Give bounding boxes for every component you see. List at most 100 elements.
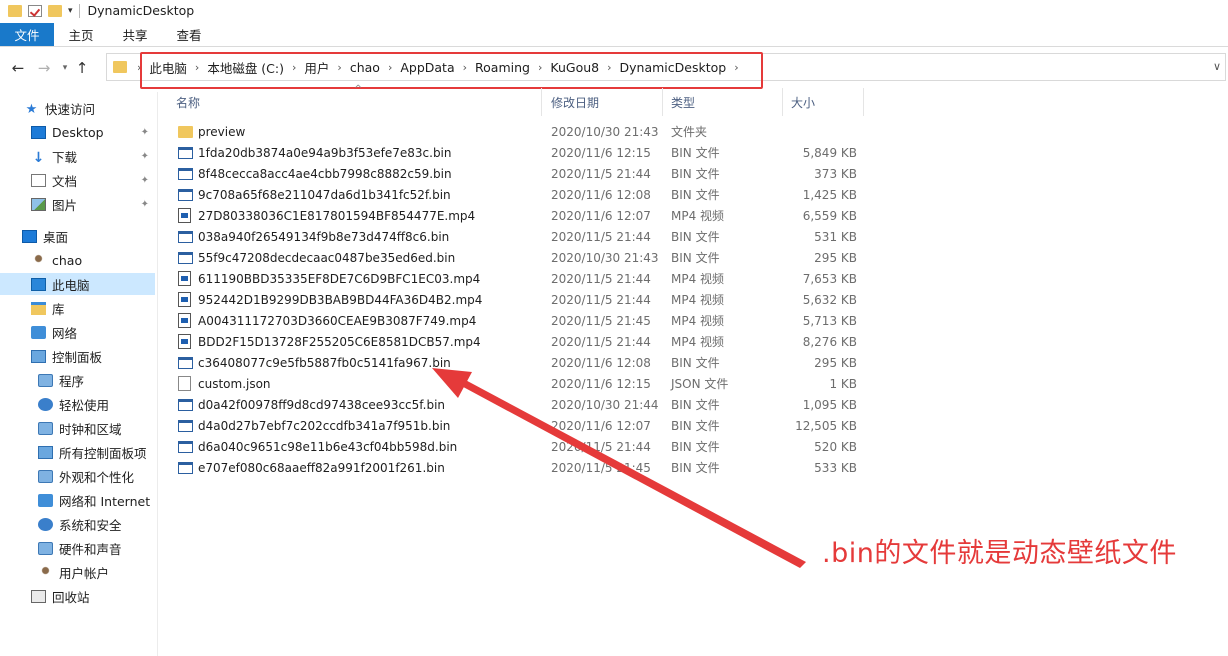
file-type: MP4 视频 <box>671 209 725 223</box>
desktop-icon <box>22 229 37 243</box>
file-type: BIN 文件 <box>671 356 720 370</box>
tab-file[interactable]: 文件 <box>0 23 54 46</box>
file-row[interactable]: 952442D1B9299DB3BAB9BD44FA36D4B2.mp4 2020… <box>168 289 868 310</box>
sidebar-item-downloads[interactable]: ↓ 下载 ✦ <box>31 145 155 167</box>
sidebar-item-label: 快速访问 <box>45 101 96 117</box>
chevron-right-icon[interactable]: › <box>292 61 296 74</box>
shield-icon <box>38 517 53 531</box>
file-name: custom.json <box>198 376 271 391</box>
quick-access-toolbar-dropdown-icon[interactable]: ▾ <box>68 6 73 16</box>
tab-share[interactable]: 共享 <box>108 23 162 46</box>
file-row[interactable]: e707ef080c68aaeff82a991f2001f261.bin 2020… <box>168 457 868 478</box>
back-arrow-icon[interactable]: ← <box>8 58 28 78</box>
breadcrumb-dynamicdesktop[interactable]: DynamicDesktop <box>620 60 727 75</box>
new-folder-icon[interactable] <box>48 4 62 17</box>
file-size: 520 KB <box>814 439 857 454</box>
sidebar-item-ease-of-access[interactable]: 轻松使用 <box>38 393 109 415</box>
control-panel-items-icon <box>38 445 53 459</box>
sidebar-item-user-chao[interactable]: chao <box>31 249 82 271</box>
sidebar-item-documents[interactable]: 文档 ✦ <box>31 169 155 191</box>
file-type: MP4 视频 <box>671 314 725 328</box>
sidebar-item-user-accounts[interactable]: 用户帐户 <box>38 561 109 583</box>
file-type: BIN 文件 <box>671 461 720 475</box>
printer-icon <box>38 541 53 555</box>
tab-view[interactable]: 查看 <box>162 23 216 46</box>
recent-locations-chevron-icon[interactable]: ▾ <box>58 63 72 73</box>
sidebar-item-appearance[interactable]: 外观和个性化 <box>38 465 134 487</box>
chevron-right-icon[interactable]: › <box>195 61 199 74</box>
file-row[interactable]: custom.json 2020/11/6 12:15 JSON 文件 1 KB <box>168 373 868 394</box>
sidebar-item-hardware-sound[interactable]: 硬件和声音 <box>38 537 122 559</box>
sidebar-item-desktop-pinned[interactable]: Desktop ✦ <box>31 121 155 143</box>
sidebar-item-pictures[interactable]: 图片 ✦ <box>31 193 155 215</box>
chevron-right-icon[interactable]: › <box>337 61 341 74</box>
column-header-size[interactable]: 大小 <box>783 88 864 116</box>
file-row[interactable]: A004311172703D3660CEAE9B3087F749.mp4 2020… <box>168 310 868 331</box>
network-icon <box>31 325 46 339</box>
breadcrumb-users[interactable]: 用户 <box>304 58 329 77</box>
sidebar-item-programs[interactable]: 程序 <box>38 369 84 391</box>
file-row[interactable]: d6a040c9651c98e11b6e43cf04bb598d.bin 2020… <box>168 436 868 457</box>
chevron-right-icon[interactable]: › <box>607 61 611 74</box>
sidebar-item-network-internet[interactable]: 网络和 Internet <box>38 489 150 511</box>
chevron-right-icon[interactable]: › <box>734 61 738 74</box>
sidebar-item-recycle-bin[interactable]: 回收站 <box>31 585 90 607</box>
file-row[interactable]: 27D80338036C1E817801594BF854477E.mp4 2020… <box>168 205 868 226</box>
file-name: d6a040c9651c98e11b6e43cf04bb598d.bin <box>198 439 458 454</box>
breadcrumb-local-disk[interactable]: 本地磁盘 (C:) <box>207 58 284 77</box>
file-row[interactable]: 8f48cecca8acc4ae4cbb7998c8882c59.bin 2020… <box>168 163 868 184</box>
breadcrumb-this-pc[interactable]: 此电脑 <box>149 58 187 77</box>
file-row[interactable]: c36408077c9e5fb5887fb0c5141fa967.bin 2020… <box>168 352 868 373</box>
column-header-type[interactable]: 类型 <box>663 88 783 116</box>
up-arrow-icon[interactable]: ↑ <box>72 58 92 78</box>
file-row[interactable]: d0a42f00978ff9d8cd97438cee93cc5f.bin 2020… <box>168 394 868 415</box>
sidebar-item-clock-region[interactable]: 时钟和区域 <box>38 417 122 439</box>
file-type: 文件夹 <box>671 125 708 139</box>
navigation-pane: ★ 快速访问 Desktop ✦ ↓ 下载 ✦ 文档 ✦ 图片 ✦ 桌面 cha… <box>0 92 158 656</box>
sidebar-item-all-control-panel-items[interactable]: 所有控制面板项 <box>38 441 147 463</box>
video-file-icon <box>178 208 191 223</box>
file-row[interactable]: 038a940f26549134f9b8e73d474ff8c6.bin 2020… <box>168 226 868 247</box>
column-header-date[interactable]: 修改日期 <box>543 88 663 116</box>
sidebar-item-label: 轻松使用 <box>59 397 110 413</box>
sidebar-item-network[interactable]: 网络 <box>31 321 77 343</box>
file-row[interactable]: BDD2F15D13728F255205C6E8581DCB57.mp4 2020… <box>168 331 868 352</box>
sidebar-item-quick-access[interactable]: ★ 快速访问 <box>24 97 95 119</box>
file-date: 2020/10/30 21:43 <box>551 250 659 265</box>
breadcrumb-chao[interactable]: chao <box>350 60 380 75</box>
network-internet-icon <box>38 493 53 507</box>
sidebar-item-control-panel[interactable]: 控制面板 <box>31 345 102 367</box>
sidebar-item-this-pc[interactable]: 此电脑 <box>0 273 155 295</box>
chevron-right-icon[interactable]: › <box>388 61 392 74</box>
file-row[interactable]: 55f9c47208decdecaac0487be35ed6ed.bin 2020… <box>168 247 868 268</box>
breadcrumb-kugou8[interactable]: KuGou8 <box>550 60 599 75</box>
breadcrumb-roaming[interactable]: Roaming <box>475 60 530 75</box>
chevron-right-icon[interactable]: › <box>538 61 542 74</box>
file-row[interactable]: d4a0d27b7ebf7c202ccdfb341a7f951b.bin 2020… <box>168 415 868 436</box>
forward-arrow-icon[interactable]: → <box>34 58 54 78</box>
properties-icon[interactable] <box>28 4 42 17</box>
file-type: BIN 文件 <box>671 419 720 433</box>
file-name-cell: custom.json <box>178 373 538 394</box>
sidebar-item-system-security[interactable]: 系统和安全 <box>38 513 122 535</box>
tab-home[interactable]: 主页 <box>54 23 108 46</box>
address-bar[interactable]: › 此电脑 › 本地磁盘 (C:) › 用户 › chao › AppData … <box>106 53 1226 81</box>
chevron-right-icon[interactable]: › <box>137 61 141 74</box>
file-row[interactable]: 1fda20db3874a0e94a9b3f53efe7e83c.bin 2020… <box>168 142 868 163</box>
sidebar-item-label: 文档 <box>52 173 78 189</box>
file-name-cell: 1fda20db3874a0e94a9b3f53efe7e83c.bin <box>178 142 538 163</box>
address-history-dropdown-icon[interactable]: ∨ <box>1213 60 1221 73</box>
sidebar-item-label: 桌面 <box>43 229 69 245</box>
sidebar-item-libraries[interactable]: 库 <box>31 297 65 319</box>
file-row[interactable]: 9c708a65f68e211047da6d1b341fc52f.bin 2020… <box>168 184 868 205</box>
file-name-cell: 55f9c47208decdecaac0487be35ed6ed.bin <box>178 247 538 268</box>
file-date: 2020/11/5 21:45 <box>551 313 651 328</box>
sidebar-item-label: 库 <box>52 301 65 317</box>
sidebar-item-label: 网络 <box>52 325 78 341</box>
column-header-name[interactable]: 名称 <box>168 88 542 116</box>
chevron-right-icon[interactable]: › <box>463 61 467 74</box>
file-row[interactable]: preview 2020/10/30 21:43 文件夹 <box>168 121 868 142</box>
breadcrumb-appdata[interactable]: AppData <box>400 60 454 75</box>
file-row[interactable]: 611190BBD35335EF8DE7C6D9BFC1EC03.mp4 2020… <box>168 268 868 289</box>
sidebar-item-desktop[interactable]: 桌面 <box>22 225 68 247</box>
